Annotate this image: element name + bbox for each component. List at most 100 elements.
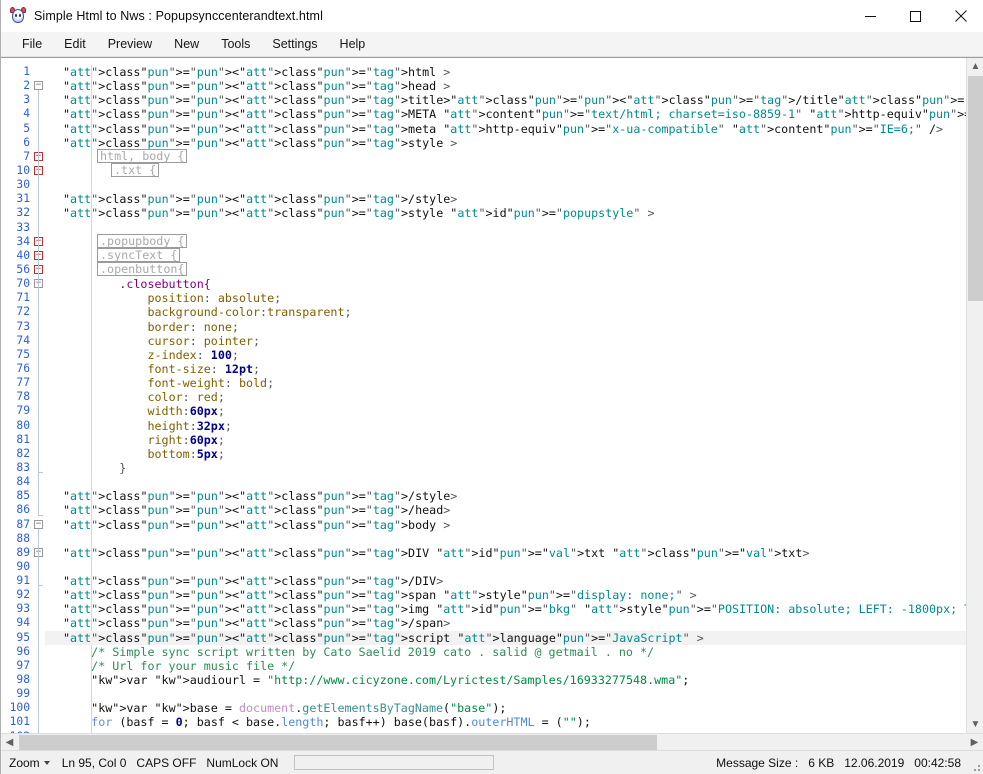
menu-tools[interactable]: Tools <box>210 34 261 54</box>
code-line[interactable]: "att">class"pun">="pun"><"att">class"pun… <box>45 630 966 645</box>
menu-help[interactable]: Help <box>329 34 377 54</box>
status-date: 12.06.2019 <box>844 755 905 770</box>
line-number: 6 <box>23 135 30 149</box>
line-number: 101 <box>9 715 30 729</box>
code-line[interactable]: "kw">var "kw">base = document.getElement… <box>45 701 966 715</box>
scroll-down-button[interactable]: ▼ <box>967 716 983 733</box>
code-line[interactable] <box>45 178 966 192</box>
horizontal-scrollbar[interactable]: ◀ ▶ <box>1 733 983 750</box>
scroll-left-button[interactable]: ◀ <box>1 734 18 751</box>
code-line[interactable]: .popupbody { <box>45 233 966 249</box>
code-line[interactable]: border: none; <box>45 320 966 334</box>
fold-guide-line <box>38 557 39 586</box>
close-button[interactable] <box>938 0 983 32</box>
line-number: 74 <box>16 333 30 347</box>
title-bar: Simple Html to Nws : Popupsynccenterandt… <box>1 0 983 32</box>
code-line[interactable]: "att">class"pun">="pun"><"att">class"pun… <box>45 65 966 79</box>
line-number: 82 <box>16 446 30 460</box>
code-line[interactable] <box>45 560 966 574</box>
line-number: 86 <box>16 503 30 517</box>
line-number: 98 <box>16 673 30 687</box>
code-editor[interactable]: 1 2 3 4 5 6 7 10 30 31 32 33 34 40 56 70 71 72 73 74 75 76 77 7… <box>1 58 966 733</box>
code-line[interactable]: .openbutton{ <box>45 261 966 277</box>
menu-edit[interactable]: Edit <box>53 34 97 54</box>
line-number: 81 <box>16 432 30 446</box>
code-line[interactable]: "att">class"pun">="pun"><"att">class"pun… <box>45 107 966 121</box>
code-line[interactable]: "att">class"pun">="pun"><"att">class"pun… <box>45 546 966 560</box>
code-line[interactable]: "att">class"pun">="pun"><"att">class"pun… <box>45 122 966 136</box>
code-line[interactable]: "att">class"pun">="pun"><"att">class"pun… <box>45 489 966 503</box>
code-line[interactable]: .syncText { <box>45 247 966 263</box>
line-number: 90 <box>16 559 30 573</box>
vertical-scrollbar[interactable]: ▲ ▼ <box>966 58 983 733</box>
code-line[interactable]: width:60px; <box>45 404 966 418</box>
app-logo-icon <box>10 7 26 24</box>
minimize-button[interactable] <box>848 0 893 32</box>
code-line[interactable]: "att">class"pun">="pun"><"att">class"pun… <box>45 136 966 150</box>
editor-area: 1 2 3 4 5 6 7 10 30 31 32 33 34 40 56 70 71 72 73 74 75 76 77 7… <box>1 57 983 733</box>
code-line[interactable]: "att">class"pun">="pun"><"att">class"pun… <box>45 206 966 220</box>
scroll-up-button[interactable]: ▲ <box>967 58 983 75</box>
code-line[interactable]: "att">class"pun">="pun"><"att">class"pun… <box>45 588 966 602</box>
code-line[interactable]: "att">class"pun">="pun"><"att">class"pun… <box>45 602 966 616</box>
code-line[interactable]: height:32px; <box>45 419 966 433</box>
vertical-scroll-thumb[interactable] <box>968 76 983 301</box>
menu-new[interactable]: New <box>163 34 210 54</box>
line-number: 5 <box>23 121 30 135</box>
code-line[interactable]: html, body { <box>45 148 966 164</box>
code-line[interactable]: z-index: 100; <box>45 348 966 362</box>
code-line[interactable]: color: red; <box>45 390 966 404</box>
collapsed-fold-block[interactable]: html, body { <box>97 148 188 163</box>
line-number: 2 <box>23 79 30 93</box>
code-line[interactable]: /* Simple sync script written by Cato Sa… <box>45 645 966 659</box>
code-line[interactable]: font-size: 12pt; <box>45 362 966 376</box>
code-line[interactable]: cursor: pointer; <box>45 334 966 348</box>
code-line[interactable]: .closebutton{ <box>45 277 966 291</box>
line-number: 100 <box>9 701 30 715</box>
chevron-down-icon[interactable] <box>43 761 50 766</box>
fold-collapse-icon[interactable]: − <box>34 519 43 529</box>
collapsed-fold-block[interactable]: .txt { <box>111 162 160 177</box>
zoom-control[interactable]: Zoom <box>9 756 52 770</box>
line-number: 33 <box>16 220 30 234</box>
progress-bar <box>294 755 495 770</box>
code-line[interactable]: position: absolute; <box>45 291 966 305</box>
code-line[interactable]: "att">class"pun">="pun"><"att">class"pun… <box>45 518 966 532</box>
code-line[interactable]: for (basf = 0; basf < base.length; basf+… <box>45 715 966 729</box>
code-line[interactable]: "att">class"pun">="pun"><"att">class"pun… <box>45 574 966 588</box>
code-line[interactable]: } <box>45 461 966 475</box>
code-line[interactable]: /* Url for your music file */ <box>45 659 966 673</box>
collapsed-fold-block[interactable]: .openbutton{ <box>97 261 188 276</box>
resize-grip-icon[interactable] <box>970 761 980 771</box>
code-line[interactable]: font-weight: bold; <box>45 376 966 390</box>
collapsed-fold-block[interactable]: .syncText { <box>97 247 181 262</box>
code-line[interactable]: "att">class"pun">="pun"><"att">class"pun… <box>45 616 966 630</box>
code-folding-column[interactable]: −+++++−−− <box>33 58 45 733</box>
scroll-right-button[interactable]: ▶ <box>966 734 983 751</box>
code-line[interactable]: "att">class"pun">="pun"><"att">class"pun… <box>45 192 966 206</box>
collapsed-fold-block[interactable]: .popupbody { <box>97 233 188 248</box>
horizontal-scroll-thumb[interactable] <box>19 735 657 750</box>
line-number: 96 <box>16 644 30 658</box>
code-line[interactable]: bottom:5px; <box>45 447 966 461</box>
line-number: 78 <box>16 390 30 404</box>
code-line[interactable] <box>45 687 966 701</box>
line-number: 32 <box>16 206 30 220</box>
fold-collapse-icon[interactable]: − <box>34 81 43 91</box>
code-line[interactable] <box>45 532 966 546</box>
code-line[interactable]: "att">class"pun">="pun"><"att">class"pun… <box>45 93 966 107</box>
code-content[interactable]: "att">class"pun">="pun"><"att">class"pun… <box>45 58 966 733</box>
code-line[interactable]: "att">class"pun">="pun"><"att">class"pun… <box>45 79 966 93</box>
menu-file[interactable]: File <box>11 34 53 54</box>
code-line[interactable]: right:60px; <box>45 433 966 447</box>
code-line[interactable]: "kw">var "kw">audiourl = "http://www.cic… <box>45 673 966 687</box>
code-line[interactable]: "att">class"pun">="pun"><"att">class"pun… <box>45 503 966 517</box>
maximize-button[interactable] <box>893 0 938 32</box>
code-line[interactable]: .txt { <box>45 162 966 178</box>
code-line[interactable]: background-color:transparent; <box>45 305 966 319</box>
menu-settings[interactable]: Settings <box>261 34 328 54</box>
code-line[interactable] <box>45 221 966 235</box>
line-number: 79 <box>16 404 30 418</box>
menu-preview[interactable]: Preview <box>97 34 163 54</box>
code-line[interactable] <box>45 475 966 489</box>
